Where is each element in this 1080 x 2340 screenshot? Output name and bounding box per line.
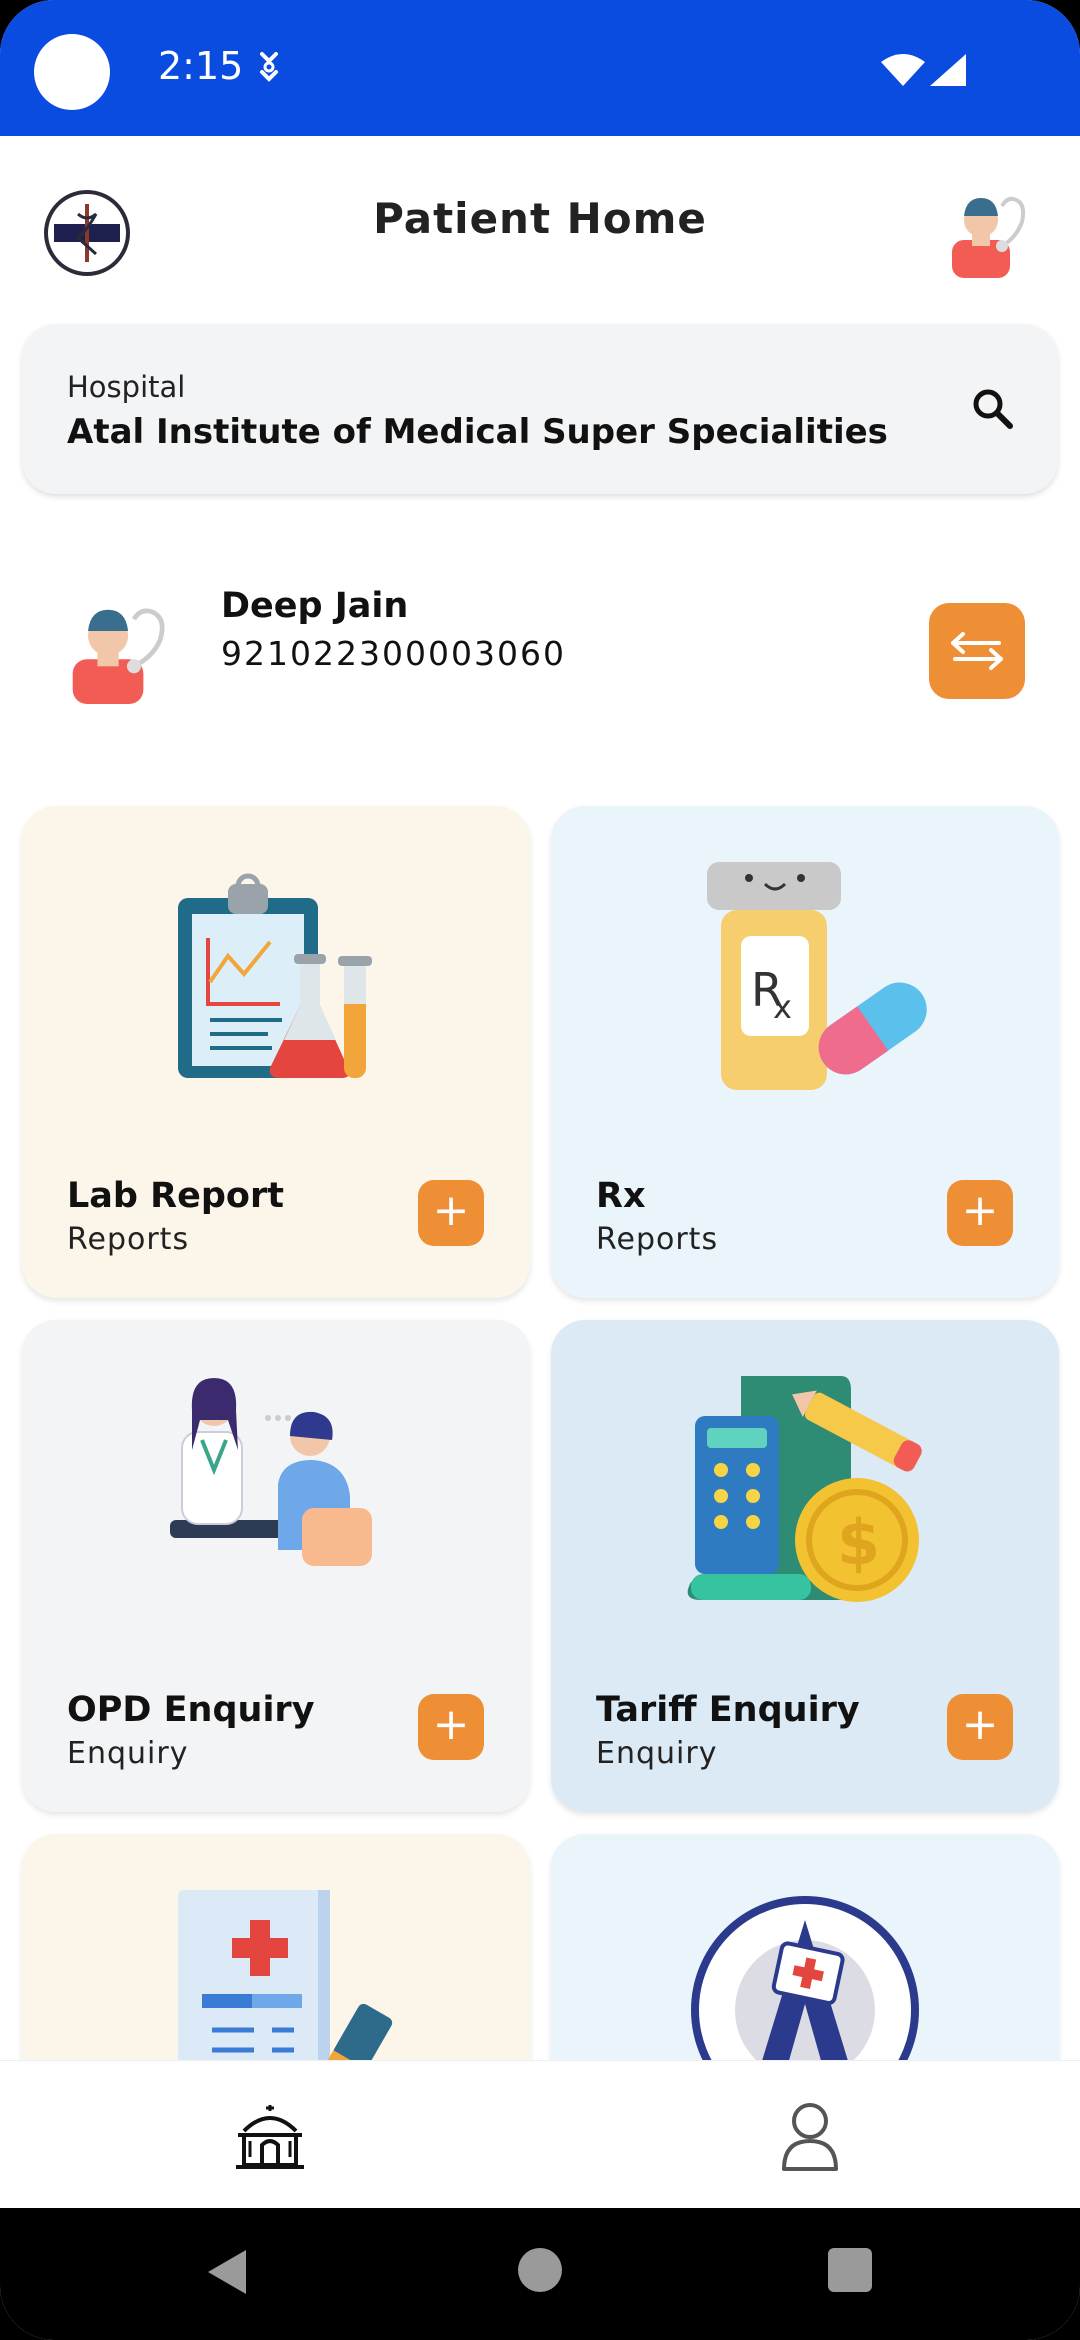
switch-patient-button[interactable] <box>929 603 1025 699</box>
add-opd-enquiry-button[interactable]: + <box>418 1694 484 1760</box>
patient-avatar-icon <box>72 608 165 704</box>
app-screen: 2:15 Patient Home Hospital Atal Institut… <box>0 0 1080 2340</box>
lab-report-illustration <box>178 873 372 1078</box>
status-bar: 2:15 <box>0 0 1080 136</box>
home-icon[interactable] <box>234 2101 306 2171</box>
page-title: Patient Home <box>373 194 707 243</box>
recents-button[interactable] <box>828 2248 872 2292</box>
person-icon[interactable] <box>780 2101 840 2173</box>
home-button[interactable] <box>518 2248 562 2292</box>
tile-subtitle: Reports <box>67 1222 190 1257</box>
back-icon[interactable] <box>206 2248 248 2296</box>
swap-arrows-icon <box>951 632 1003 670</box>
sync-icon <box>260 52 278 82</box>
signal-icon <box>930 54 966 86</box>
wifi-icon <box>881 54 925 86</box>
tile-title: Tariff Enquiry <box>596 1690 860 1730</box>
tariff-calculator-illustration: $ <box>687 1376 922 1602</box>
hospital-label: Hospital <box>67 370 186 404</box>
hospital-selector[interactable]: Hospital Atal Institute of Medical Super… <box>22 324 1058 494</box>
svg-text:x: x <box>773 988 792 1026</box>
add-rx-button[interactable]: + <box>947 1180 1013 1246</box>
tile-title: OPD Enquiry <box>67 1690 315 1730</box>
patient-name: Deep Jain <box>221 586 409 626</box>
doctor-patient-illustration <box>170 1378 372 1566</box>
add-tariff-enquiry-button[interactable]: + <box>947 1694 1013 1760</box>
search-icon[interactable] <box>970 386 1016 432</box>
svg-text:$: $ <box>837 1506 880 1579</box>
status-time: 2:15 <box>158 44 244 88</box>
tile-opd-enquiry[interactable]: OPD Enquiry Enquiry + <box>22 1320 530 1812</box>
rx-bottle-illustration: R x <box>707 862 927 1090</box>
patient-id: 921022300003060 <box>221 634 566 673</box>
tile-subtitle: Enquiry <box>67 1736 189 1771</box>
hospital-name: Atal Institute of Medical Super Speciali… <box>67 412 888 452</box>
tile-title: Rx <box>596 1176 646 1216</box>
tile-tariff-enquiry[interactable]: $ Tariff Enquiry Enquiry + <box>551 1320 1059 1812</box>
app-header: Patient Home <box>0 136 1080 316</box>
tile-title: Lab Report <box>67 1176 284 1216</box>
tile-lab-report[interactable]: Lab Report Reports + <box>22 806 530 1298</box>
tile-subtitle: Reports <box>596 1222 719 1257</box>
tile-rx[interactable]: R x Rx Reports + <box>551 806 1059 1298</box>
tile-subtitle: Enquiry <box>596 1736 718 1771</box>
system-navigation-bar <box>0 2208 1080 2340</box>
camera-cutout <box>34 34 110 110</box>
doctor-avatar-icon[interactable] <box>944 188 1034 278</box>
add-lab-report-button[interactable]: + <box>418 1180 484 1246</box>
bottom-navigation <box>0 2060 1080 2208</box>
